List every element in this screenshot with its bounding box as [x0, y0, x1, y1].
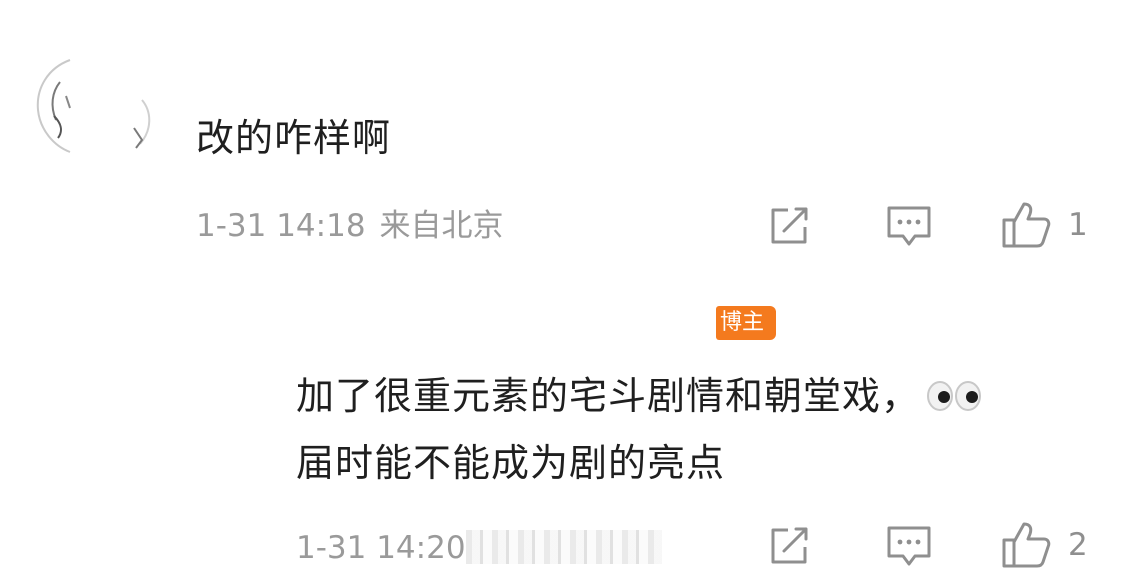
like-button[interactable]: 1 — [1000, 200, 1096, 250]
reply-line-2: 届时能不能成为剧的亮点 — [296, 440, 726, 485]
like-button[interactable]: 2 — [1000, 520, 1100, 570]
share-icon — [768, 525, 812, 567]
thumbs-up-icon — [1000, 520, 1052, 570]
comment-text: 改的咋样啊 — [196, 116, 392, 160]
share-button[interactable] — [766, 524, 814, 568]
comment-icon — [885, 524, 933, 568]
share-icon — [768, 205, 812, 247]
author-badge: 博主 — [716, 306, 777, 340]
comment-icon — [885, 204, 933, 248]
reply-text: 加了很重元素的宅斗剧情和朝堂戏， 届时能不能成为剧的亮点 — [296, 364, 1096, 495]
reply-line-1-text: 加了很重元素的宅斗剧情和朝堂戏， — [296, 374, 921, 418]
share-button[interactable] — [766, 204, 814, 248]
reply-time: 1-31 14:20 — [296, 530, 466, 566]
comment-location: 来自北京 — [379, 208, 504, 244]
comment-time: 1-31 14:18 — [196, 208, 366, 244]
redaction-mask — [466, 530, 662, 564]
thumbs-up-icon — [1000, 200, 1052, 250]
avatar[interactable] — [30, 48, 162, 158]
like-count: 2 — [1068, 527, 1088, 563]
comment-button[interactable] — [884, 524, 934, 568]
reply-line-1: 加了很重元素的宅斗剧情和朝堂戏， — [296, 364, 1096, 431]
like-count: 1 — [1068, 207, 1088, 243]
eyes-emoji — [926, 367, 982, 431]
comment-button[interactable] — [884, 204, 934, 248]
comment-meta: 1-31 14:18 来自北京 — [196, 206, 504, 246]
